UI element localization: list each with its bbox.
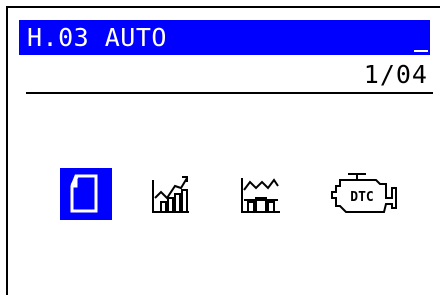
dtc-engine-icon: DTC bbox=[331, 173, 397, 213]
title-bar: H.03 AUTO bbox=[19, 20, 430, 55]
text-cursor bbox=[414, 50, 428, 52]
page-indicator: 1/04 bbox=[363, 60, 428, 89]
live-data-graph-icon bbox=[152, 176, 189, 213]
menu-item-live-data[interactable] bbox=[147, 168, 199, 220]
dtc-label: DTC bbox=[350, 190, 373, 205]
screen-title: H.03 AUTO bbox=[27, 23, 167, 52]
menu-item-dtc[interactable]: DTC bbox=[326, 168, 400, 220]
document-icon bbox=[60, 168, 112, 220]
menu-item-freeze-frame[interactable] bbox=[236, 168, 288, 220]
freeze-frame-graph-icon bbox=[241, 178, 280, 213]
menu-item-document[interactable] bbox=[60, 168, 112, 220]
header-divider bbox=[26, 92, 433, 94]
